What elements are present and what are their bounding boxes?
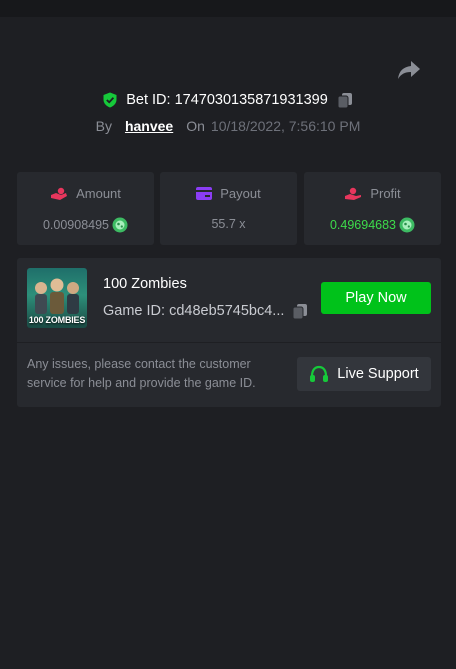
- verified-shield-icon: [103, 92, 117, 108]
- live-support-button[interactable]: Live Support: [297, 357, 431, 391]
- share-icon[interactable]: [397, 59, 421, 81]
- bet-datetime: 10/18/2022, 7:56:10 PM: [210, 118, 361, 134]
- game-card: 100 ZOMBIES 100 Zombies Game ID: cd48eb5…: [17, 258, 441, 407]
- game-id-label: Game ID:: [103, 303, 166, 319]
- username-link[interactable]: hanvee: [125, 118, 173, 134]
- stat-amount: Amount 0.00908495: [17, 172, 154, 245]
- stat-profit-value-row: 0.49694683: [304, 217, 441, 233]
- game-name: 100 Zombies: [103, 276, 187, 292]
- bet-id-text: Bet ID: 1747030135871931399: [126, 92, 328, 108]
- bet-meta-row: By hanvee On 10/18/2022, 7:56:10 PM: [0, 116, 456, 136]
- stat-payout-head: Payout: [160, 186, 297, 201]
- game-thumbnail[interactable]: 100 ZOMBIES: [27, 268, 87, 328]
- coin-hand-icon: [51, 187, 68, 200]
- copy-icon[interactable]: [336, 91, 354, 109]
- stat-amount-label: Amount: [76, 186, 121, 201]
- game-id-value: cd48eb5745bc4...: [169, 303, 285, 319]
- play-now-button[interactable]: Play Now: [321, 282, 431, 314]
- stat-amount-value: 0.00908495: [42, 218, 110, 232]
- stat-payout: Payout 55.7 x: [160, 172, 297, 245]
- live-support-label: Live Support: [337, 366, 419, 382]
- thumbnail-title: 100 ZOMBIES: [28, 315, 86, 325]
- bet-id-value: 1747030135871931399: [174, 92, 328, 108]
- bet-id-label: Bet ID:: [126, 92, 171, 108]
- divider: [17, 342, 441, 343]
- support-message: Any issues, please contact the customer …: [27, 357, 256, 390]
- on-label: On: [186, 118, 205, 134]
- game-id-row: Game ID: cd48eb5745bc4...: [103, 302, 309, 320]
- bet-id-row: Bet ID: 1747030135871931399: [0, 89, 456, 111]
- copy-icon[interactable]: [291, 302, 309, 320]
- stat-payout-label: Payout: [220, 186, 261, 201]
- stat-profit-label: Profit: [370, 186, 401, 201]
- stat-profit-value: 0.49694683: [329, 218, 397, 232]
- stat-payout-value-row: 55.7 x: [160, 217, 297, 231]
- top-bar: [0, 0, 456, 17]
- stat-amount-head: Amount: [17, 186, 154, 201]
- stat-payout-value: 55.7 x: [211, 217, 246, 231]
- token-icon: [399, 217, 415, 233]
- card-icon: [196, 187, 213, 200]
- stat-amount-value-row: 0.00908495: [17, 217, 154, 233]
- headset-icon: [310, 365, 329, 382]
- token-icon: [112, 217, 128, 233]
- stat-profit-head: Profit: [304, 186, 441, 201]
- stat-profit: Profit 0.49694683: [304, 172, 441, 245]
- hand-coin-icon: [345, 187, 362, 200]
- by-label: By: [95, 118, 112, 134]
